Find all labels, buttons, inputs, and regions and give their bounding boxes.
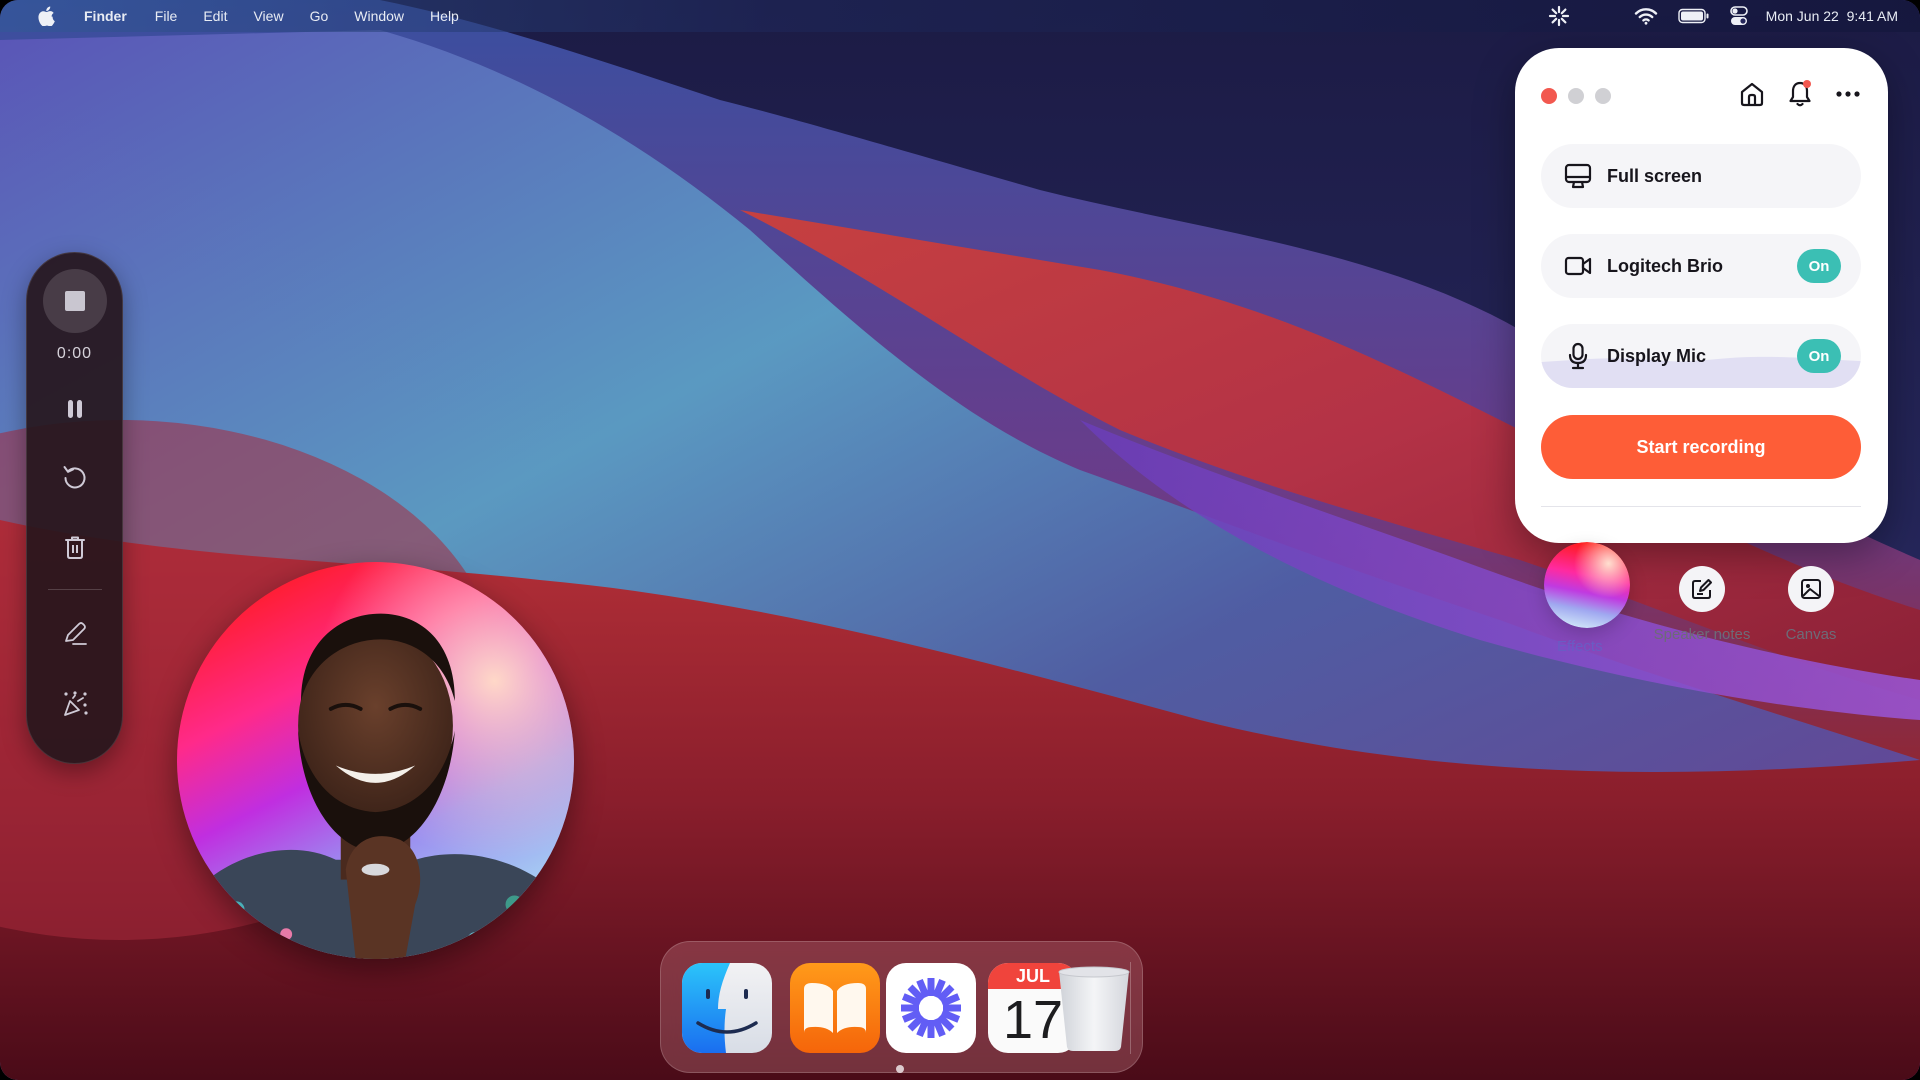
menu-clock[interactable]: Mon Jun 22 9:41 AM [1766, 8, 1898, 24]
desktop: Finder File Edit View Go Window Help Mon… [0, 0, 1920, 1080]
books-icon [790, 963, 880, 1053]
dock-finder[interactable] [682, 963, 772, 1053]
camera-toggle[interactable]: On [1797, 249, 1841, 283]
note-edit-icon [1692, 579, 1712, 599]
confetti-button[interactable] [55, 684, 95, 724]
pencil-icon [64, 622, 87, 645]
image-icon [1801, 579, 1821, 599]
recording-toolbar: 0:00 [26, 252, 123, 764]
loom-icon [886, 963, 976, 1053]
toolbar-divider [47, 589, 102, 590]
more-icon [1836, 91, 1860, 97]
apple-menu-icon[interactable] [36, 6, 56, 26]
menu-go[interactable]: Go [310, 8, 329, 24]
dock-trash[interactable] [1049, 963, 1139, 1053]
dock-books[interactable] [790, 963, 880, 1053]
more-button[interactable] [1834, 78, 1862, 110]
control-center-icon[interactable] [1729, 6, 1748, 26]
speaker-notes-button[interactable]: Speaker notes [1643, 566, 1761, 643]
dock: JUL 17 [660, 941, 1143, 1073]
pause-icon [67, 400, 82, 418]
menu-file[interactable]: File [155, 8, 178, 24]
recorder-panel: Full screen Logitech Brio On Display Mic… [1515, 48, 1888, 655]
close-button[interactable] [1541, 88, 1557, 104]
notification-badge [1803, 80, 1811, 88]
camera-option-label: Logitech Brio [1607, 255, 1723, 276]
confetti-icon [63, 691, 88, 716]
home-icon [1740, 82, 1764, 107]
microphone-option[interactable]: Display Mic On [1541, 324, 1861, 388]
menu-help[interactable]: Help [430, 8, 459, 24]
start-recording-button[interactable]: Start recording [1541, 415, 1861, 479]
restart-icon [63, 466, 85, 489]
microphone-toggle[interactable]: On [1797, 339, 1841, 373]
monitor-icon [1563, 162, 1593, 190]
speaker-notes-label: Speaker notes [1653, 626, 1751, 643]
camera-bubble[interactable] [177, 562, 574, 959]
window-controls [1541, 88, 1611, 104]
effects-label: Effects [1557, 638, 1603, 655]
webcam-preview [177, 562, 574, 959]
trash-can-icon [1058, 966, 1130, 1051]
dock-running-indicator [896, 1065, 904, 1073]
microphone-option-label: Display Mic [1607, 345, 1707, 366]
stop-icon [64, 291, 85, 311]
canvas-button[interactable]: Canvas [1773, 566, 1849, 643]
delete-button[interactable] [55, 527, 95, 567]
video-camera-icon [1563, 252, 1593, 280]
effects-button[interactable] [1544, 542, 1630, 628]
menu-finder[interactable]: Finder [84, 8, 127, 24]
panel-divider [1541, 506, 1861, 507]
pause-button[interactable] [55, 389, 95, 429]
canvas-label: Canvas [1785, 626, 1837, 643]
screen-option[interactable]: Full screen [1541, 144, 1861, 208]
zoom-button[interactable] [1595, 88, 1611, 104]
wifi-icon[interactable] [1634, 7, 1658, 25]
finder-icon [682, 963, 772, 1053]
menu-edit[interactable]: Edit [203, 8, 227, 24]
menu-bar: Finder File Edit View Go Window Help Mon… [0, 0, 1920, 32]
effects-orb-icon [1544, 542, 1630, 628]
loom-status-icon[interactable] [1548, 5, 1570, 27]
dock-loom[interactable] [886, 963, 976, 1053]
battery-icon[interactable] [1677, 8, 1710, 24]
screen-option-label: Full screen [1607, 165, 1703, 186]
draw-button[interactable] [55, 614, 95, 654]
notifications-button[interactable] [1786, 78, 1814, 110]
restart-button[interactable] [55, 457, 95, 497]
microphone-icon [1563, 342, 1593, 370]
minimize-button[interactable] [1568, 88, 1584, 104]
stop-recording-button[interactable] [42, 269, 107, 333]
camera-option[interactable]: Logitech Brio On [1541, 234, 1861, 298]
trash-icon [64, 536, 85, 559]
menu-view[interactable]: View [253, 8, 283, 24]
clock-date: Mon Jun 22 [1765, 8, 1839, 24]
menu-window[interactable]: Window [354, 8, 404, 24]
home-button[interactable] [1738, 78, 1766, 110]
recording-timer: 0:00 [56, 345, 93, 362]
clock-time: 9:41 AM [1846, 8, 1898, 24]
